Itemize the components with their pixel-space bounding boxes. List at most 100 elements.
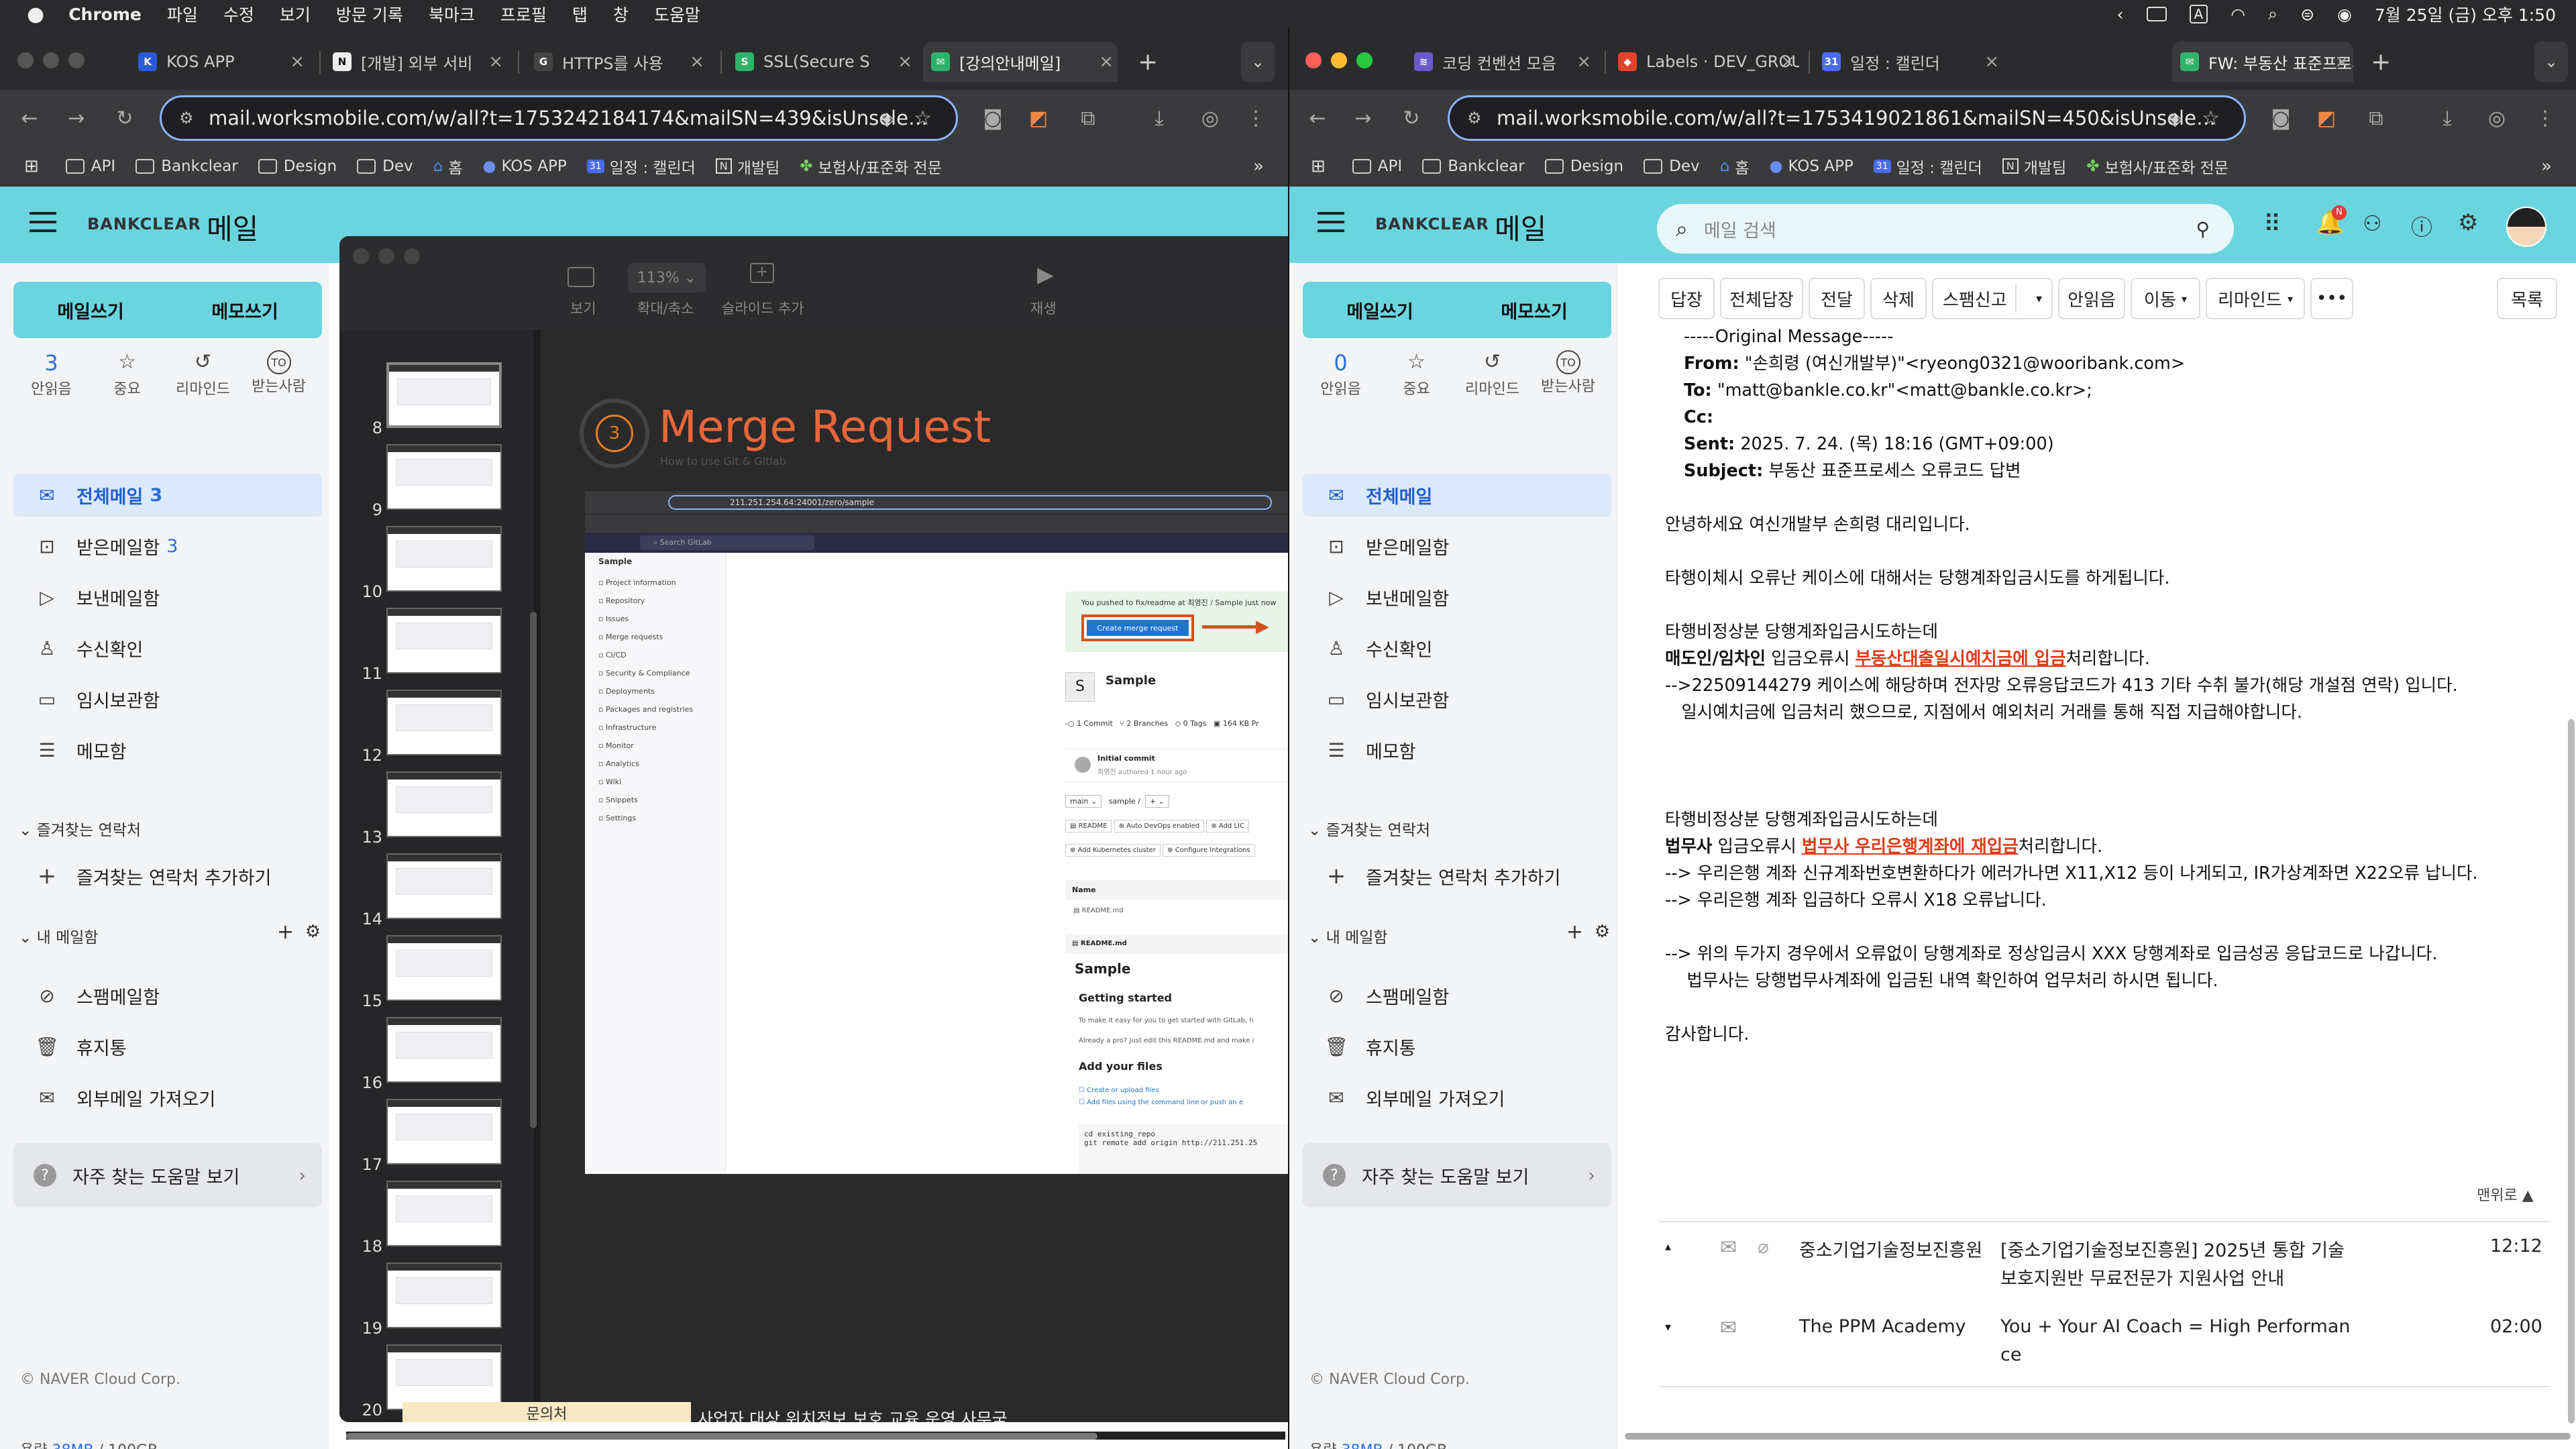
bookmark-bankclear[interactable]: Bankclear bbox=[136, 158, 238, 175]
bookmark-kos[interactable]: ● KOS APP bbox=[1769, 158, 1853, 175]
zoom-window-button[interactable] bbox=[68, 52, 85, 68]
nav-memo[interactable]: ☰ 메모함 bbox=[1303, 729, 1611, 771]
list-item[interactable]: ▾ ✉ The PPM Academy You + Your AI Coach … bbox=[1658, 1316, 2551, 1383]
help-link[interactable]: ? 자주 찾는 도움말 보기 › bbox=[13, 1143, 322, 1208]
menu-edit[interactable]: 수정 bbox=[223, 2, 254, 26]
slide-thumbnail[interactable] bbox=[386, 1263, 502, 1328]
slide-thumbnail[interactable] bbox=[386, 526, 502, 592]
bookmark-insurance[interactable]: ✤ 보험사/표준화 전문 bbox=[800, 155, 942, 178]
horizontal-scrollbar[interactable] bbox=[346, 1433, 1097, 1440]
bookmark-star-icon[interactable]: ☆ bbox=[2202, 107, 2220, 130]
help-circle-icon[interactable]: ⓘ bbox=[2411, 211, 2432, 241]
control-center-icon[interactable]: ⊜ bbox=[2300, 5, 2314, 24]
nav-trash[interactable]: 🗑 휴지통 bbox=[1303, 1025, 1611, 1068]
close-window-button[interactable] bbox=[1305, 52, 1322, 68]
avatar[interactable] bbox=[2506, 207, 2546, 247]
favorites-header[interactable]: ⌄ 즐겨찾는 연락처 bbox=[19, 817, 141, 840]
menu-view[interactable]: 보기 bbox=[280, 2, 311, 26]
bookmark-devteam[interactable]: N 개발팀 bbox=[715, 155, 780, 178]
forward-button[interactable]: 전달 bbox=[1809, 278, 1865, 319]
horizontal-scrollbar[interactable] bbox=[1625, 1433, 2571, 1440]
nav-sent[interactable]: ▷ 보낸메일함 bbox=[13, 576, 322, 619]
list-item[interactable]: ▴ ✉ ⌀ 중소기업기술정보진흥원 [중소기업기술정보진흥원] 2025년 통합… bbox=[1658, 1236, 2551, 1303]
spam-report-button[interactable]: 스팸신고 ▾ bbox=[1932, 278, 2053, 319]
bookmarks-overflow-icon[interactable]: » bbox=[2541, 156, 2552, 176]
app-title[interactable]: 메일 bbox=[207, 207, 258, 248]
input-source-icon[interactable]: A bbox=[2189, 5, 2208, 23]
menu-history[interactable]: 방문 기록 bbox=[336, 2, 403, 26]
slide-thumbnail[interactable] bbox=[386, 1099, 502, 1165]
bookmark-kos[interactable]: ● KOS APP bbox=[482, 158, 566, 175]
address-bar[interactable]: ⚙ mail.worksmobile.com/w/all?t=175324218… bbox=[160, 95, 958, 141]
minimize-window-button[interactable] bbox=[1331, 52, 1347, 68]
nav-spam[interactable]: ⊘ 스팸메일함 bbox=[13, 974, 322, 1017]
slide-thumbnail[interactable] bbox=[386, 771, 502, 837]
tab-ssl[interactable]: S SSL(Secure S × bbox=[735, 42, 916, 82]
compose-memo-button[interactable]: 메모쓰기 bbox=[168, 282, 322, 338]
hamburger-menu-icon[interactable] bbox=[1318, 212, 1344, 232]
back-button[interactable]: ← bbox=[1303, 103, 1332, 133]
reply-button[interactable]: 답장 bbox=[1658, 278, 1715, 319]
move-button[interactable]: 이동 ▾ bbox=[2131, 278, 2200, 319]
more-options-icon[interactable]: ••• bbox=[2310, 278, 2353, 319]
filter-remind[interactable]: ↺ 리마인드 bbox=[1454, 350, 1530, 398]
bookmark-bankclear[interactable]: Bankclear bbox=[1422, 158, 1525, 175]
remind-button[interactable]: 리마인드 ▾ bbox=[2206, 278, 2305, 319]
filter-unread[interactable]: 0 안읽음 bbox=[1303, 350, 1379, 398]
menu-file[interactable]: 파일 bbox=[167, 2, 198, 26]
nav-trash[interactable]: 🗑 휴지통 bbox=[13, 1025, 322, 1068]
filter-important[interactable]: ☆ 중요 bbox=[1379, 350, 1454, 398]
hamburger-menu-icon[interactable] bbox=[30, 212, 56, 232]
bookmark-design[interactable]: Design bbox=[258, 158, 337, 175]
nav-drafts[interactable]: ▭ 임시보관함 bbox=[1303, 678, 1611, 720]
close-tab-icon[interactable]: × bbox=[488, 52, 503, 72]
eye-off-icon[interactable]: ◈ bbox=[879, 107, 894, 129]
eye-off-icon[interactable]: ◈ bbox=[2167, 107, 2182, 129]
site-info-icon[interactable]: ⚙ bbox=[179, 109, 194, 127]
camera-icon[interactable]: ◙ bbox=[978, 103, 1008, 133]
close-tab-icon[interactable]: × bbox=[898, 52, 912, 72]
delete-button[interactable]: 삭제 bbox=[1870, 278, 1927, 319]
slide-thumbnail[interactable] bbox=[386, 690, 502, 755]
bookmark-calendar[interactable]: 31 일정 : 캘린더 bbox=[1873, 155, 1982, 178]
close-tab-icon[interactable]: × bbox=[1984, 52, 1999, 72]
address-bar[interactable]: ⚙ mail.worksmobile.com/w/all?t=175341902… bbox=[1448, 95, 2246, 141]
compose-mail-button[interactable]: 메일쓰기 bbox=[13, 282, 168, 338]
nav-inbox[interactable]: ⊡ 받은메일함 3 bbox=[13, 525, 322, 568]
vertical-scrollbar[interactable] bbox=[2568, 719, 2575, 1424]
bookmark-api[interactable]: API bbox=[1352, 158, 1402, 175]
menu-bookmarks[interactable]: 북마크 bbox=[429, 2, 475, 26]
nav-import[interactable]: ✉ 외부메일 가져오기 bbox=[1303, 1076, 1611, 1119]
close-tab-icon[interactable]: × bbox=[1576, 52, 1591, 72]
add-slide-icon[interactable]: + bbox=[750, 263, 774, 283]
close-tab-icon[interactable]: × bbox=[1780, 52, 1795, 72]
reply-all-button[interactable]: 전체답장 bbox=[1720, 278, 1803, 319]
reload-button[interactable]: ↻ bbox=[1397, 103, 1426, 133]
tab-calendar[interactable]: 31 일정 : 캘린더 × bbox=[1822, 42, 2003, 82]
nav-all-mail[interactable]: ✉ 전체메일 3 bbox=[13, 474, 322, 517]
forward-button[interactable]: → bbox=[1348, 103, 1378, 133]
filter-remind[interactable]: ↺ 리마인드 bbox=[165, 350, 241, 398]
bankclear-logo[interactable]: BANKCLEAR bbox=[1375, 215, 1489, 233]
slide-thumbnail[interactable] bbox=[386, 444, 502, 510]
mymail-header[interactable]: ⌄ 내 메일함 + ⚙ bbox=[19, 920, 321, 947]
bookmark-dev[interactable]: Dev bbox=[1644, 158, 1700, 175]
nav-inbox[interactable]: ⊡ 받은메일함 bbox=[1303, 525, 1611, 568]
slide-thumbnail[interactable] bbox=[386, 935, 502, 1001]
nav-read-receipt[interactable]: ♙ 수신확인 bbox=[1303, 627, 1611, 669]
menu-help[interactable]: 도움말 bbox=[654, 2, 700, 26]
close-tab-icon[interactable]: × bbox=[690, 52, 704, 72]
bookmark-design[interactable]: Design bbox=[1544, 158, 1623, 175]
nav-sent[interactable]: ▷ 보낸메일함 bbox=[1303, 576, 1611, 619]
download-icon[interactable]: ⤓ bbox=[1144, 103, 1174, 133]
org-chart-icon[interactable]: ⚇ bbox=[2363, 211, 2382, 236]
zoom-select[interactable]: 113% ⌄ bbox=[628, 263, 706, 292]
bookmark-home[interactable]: ⌂ 홈 bbox=[1720, 155, 1750, 178]
keyboard-icon[interactable] bbox=[2146, 7, 2167, 21]
tab-search-button[interactable]: ⌄ bbox=[2534, 42, 2568, 82]
minimize-window-button[interactable] bbox=[43, 52, 59, 68]
profile-icon[interactable]: ◎ bbox=[1195, 103, 1225, 133]
menu-window[interactable]: 창 bbox=[613, 2, 629, 26]
download-icon[interactable]: ⤓ bbox=[2432, 103, 2462, 133]
close-tab-icon[interactable]: × bbox=[1099, 52, 1114, 72]
